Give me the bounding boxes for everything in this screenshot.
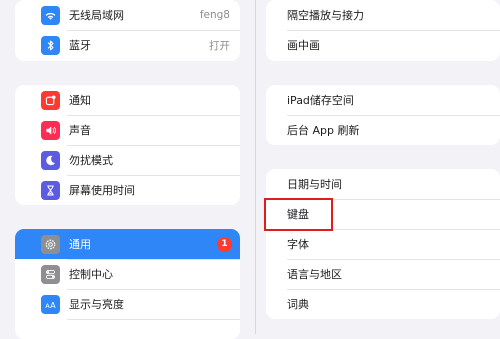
sidebar-item-label: 通用	[69, 238, 91, 251]
sidebar-item-label: 蓝牙	[69, 39, 91, 52]
general-settings-pane: 隔空播放与接力 画中画 iPad储存空间 后台 App 刷新 日期与时间 键盘 …	[256, 0, 500, 334]
settings-item-label: 词典	[287, 298, 309, 311]
sidebar-item-bluetooth[interactable]: 蓝牙 打开	[15, 30, 240, 60]
general-group: 通用 1 控制中心 AA 显示与亮度	[15, 229, 240, 339]
sidebar-item-label: 控制中心	[69, 268, 113, 281]
sidebar-item-label: 显示与亮度	[69, 298, 124, 311]
sidebar-item-display-brightness[interactable]: AA 显示与亮度	[15, 289, 240, 319]
storage-group: iPad储存空间 后台 App 刷新	[266, 85, 500, 145]
settings-item-ipad-storage[interactable]: iPad储存空间	[266, 85, 500, 115]
sidebar-item-label: 屏幕使用时间	[69, 184, 135, 197]
speaker-icon	[41, 120, 60, 140]
date-keyboard-group: 日期与时间 键盘 字体 语言与地区 词典	[266, 169, 500, 319]
update-badge: 1	[217, 236, 232, 252]
settings-item-label: 后台 App 刷新	[287, 124, 360, 137]
settings-item-dictionary[interactable]: 词典	[266, 289, 500, 319]
settings-item-label: 隔空播放与接力	[287, 9, 364, 22]
settings-item-label: iPad储存空间	[287, 94, 354, 107]
connectivity-group: 无线局域网 feng8 蓝牙 打开	[15, 0, 240, 61]
sidebar-item-sounds[interactable]: 声音	[15, 115, 240, 145]
settings-item-label: 字体	[287, 238, 309, 251]
toggles-icon	[41, 264, 60, 284]
settings-item-background-app-refresh[interactable]: 后台 App 刷新	[266, 115, 500, 145]
notifications-icon	[41, 90, 60, 110]
keyboard-highlight-annotation	[264, 198, 333, 231]
settings-item-language-region[interactable]: 语言与地区	[266, 259, 500, 289]
settings-item-label: 语言与地区	[287, 268, 342, 281]
settings-item-label: 日期与时间	[287, 178, 342, 191]
moon-icon	[41, 150, 60, 170]
sidebar-item-label: 声音	[69, 124, 91, 137]
settings-item-picture-in-picture[interactable]: 画中画	[266, 30, 500, 60]
sidebar-item-do-not-disturb[interactable]: 勿扰模式	[15, 145, 240, 175]
notifications-group: 通知 声音 勿扰模式 屏幕使用时间	[15, 85, 240, 205]
gear-icon	[41, 234, 60, 254]
settings-sidebar: 无线局域网 feng8 蓝牙 打开 通知 声音 勿扰模式 屏幕使用时间 通用 1…	[0, 0, 255, 339]
settings-item-airplay-handoff[interactable]: 隔空播放与接力	[266, 0, 500, 30]
svg-text:A: A	[50, 299, 56, 309]
sidebar-item-label: 通知	[69, 94, 91, 107]
sidebar-item-partial	[15, 319, 240, 339]
settings-item-date-time[interactable]: 日期与时间	[266, 169, 500, 199]
hourglass-icon	[41, 180, 60, 200]
bluetooth-icon	[41, 35, 60, 55]
settings-item-fonts[interactable]: 字体	[266, 229, 500, 259]
sidebar-item-wifi[interactable]: 无线局域网 feng8	[15, 0, 240, 30]
display-icon: AA	[41, 294, 60, 314]
bluetooth-status-value: 打开	[209, 39, 230, 52]
sidebar-item-general[interactable]: 通用 1	[15, 229, 240, 259]
settings-item-label: 画中画	[287, 39, 320, 52]
sidebar-item-notifications[interactable]: 通知	[15, 85, 240, 115]
airplay-group: 隔空播放与接力 画中画	[266, 0, 500, 61]
sidebar-item-label: 无线局域网	[69, 9, 124, 22]
wifi-network-value: feng8	[199, 9, 230, 21]
sidebar-item-screen-time[interactable]: 屏幕使用时间	[15, 175, 240, 205]
sidebar-item-label: 勿扰模式	[69, 154, 113, 167]
wifi-icon	[41, 5, 60, 25]
sidebar-item-control-center[interactable]: 控制中心	[15, 259, 240, 289]
